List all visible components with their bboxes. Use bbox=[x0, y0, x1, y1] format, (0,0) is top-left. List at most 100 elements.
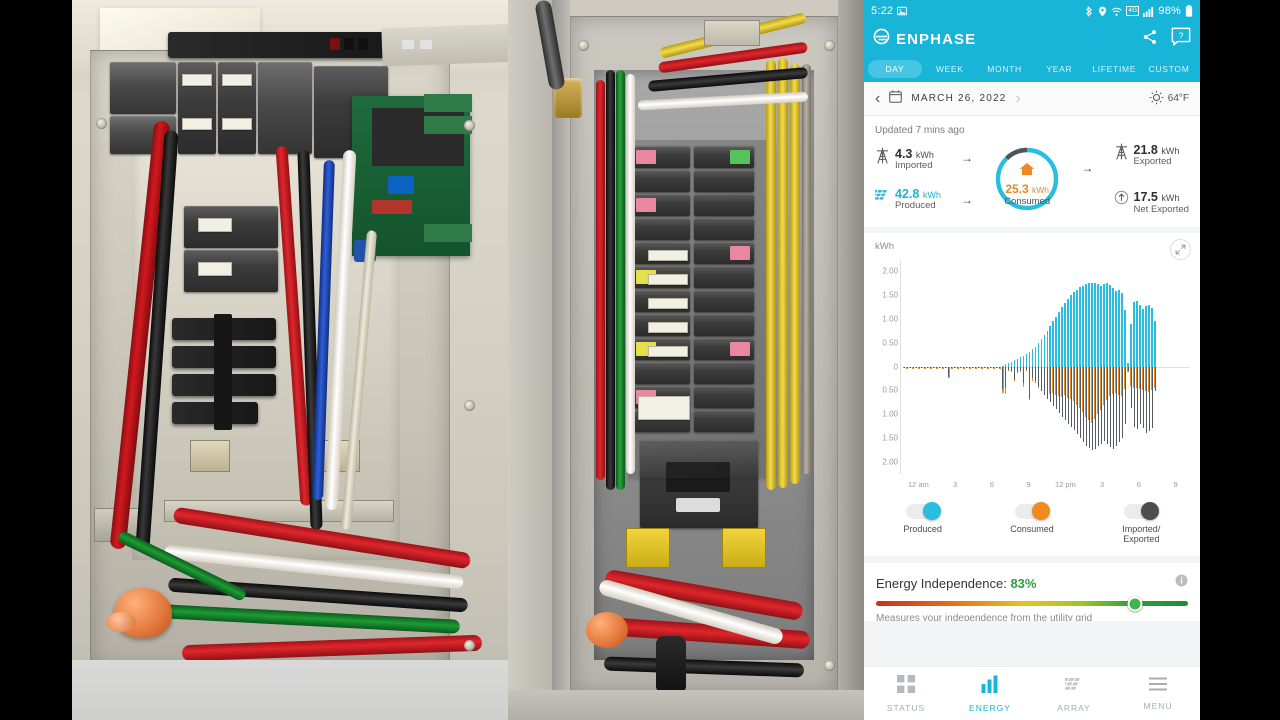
bar-chart-icon bbox=[981, 675, 999, 698]
chart-bar-produced bbox=[1049, 326, 1052, 367]
chart-bar-imported-exported bbox=[1076, 366, 1078, 435]
toggle-consumed[interactable]: Consumed bbox=[977, 501, 1086, 546]
chart-bar-imported-exported bbox=[933, 366, 935, 368]
chart-y-tick-label: 0.50 bbox=[882, 385, 898, 395]
chart-bar-imported-exported bbox=[993, 366, 995, 368]
chart-unit-label: kWh bbox=[875, 240, 894, 252]
chart-bar-produced bbox=[1133, 302, 1136, 367]
chart-y-tick-label: 1.50 bbox=[882, 290, 898, 300]
selected-date[interactable]: MARCH 26, 2022 bbox=[911, 93, 1006, 104]
chart-bar-imported-exported bbox=[951, 366, 953, 368]
grid-tower-icon bbox=[875, 147, 890, 169]
chart-bar-produced bbox=[1034, 346, 1037, 367]
home-icon bbox=[1019, 162, 1035, 181]
chart-bar-imported-exported bbox=[1041, 366, 1043, 392]
grid-squares-icon bbox=[897, 674, 915, 698]
chart-bar-imported-exported bbox=[978, 366, 980, 368]
chart-bar-produced bbox=[1112, 287, 1115, 367]
chart-bar-imported-exported bbox=[1124, 366, 1126, 424]
svg-text:?: ? bbox=[1179, 30, 1184, 40]
chart-bar-produced bbox=[1145, 305, 1147, 367]
chart-bar-produced bbox=[1061, 307, 1064, 367]
produced-label: Produced bbox=[895, 200, 936, 212]
tab-week[interactable]: WEEK bbox=[923, 60, 977, 78]
prev-day-button[interactable]: ‹ bbox=[875, 90, 880, 107]
metric-net-exported: 17.5 kWh Net Exported bbox=[1114, 190, 1189, 215]
info-icon[interactable] bbox=[1175, 574, 1188, 592]
metric-exported: 21.8 kWh Exported bbox=[1114, 143, 1189, 168]
chart-y-tick-label: 2.00 bbox=[882, 266, 898, 276]
enphase-app-panel: 5:22 4G 98% ENPHASE ? DAY WEEK MONTH YEA… bbox=[864, 0, 1200, 720]
chart-bar-imported-exported bbox=[1115, 366, 1117, 446]
tab-lifetime[interactable]: LIFETIME bbox=[1087, 60, 1141, 78]
energy-independence-slider[interactable] bbox=[876, 596, 1188, 612]
net-exported-label: Net Exported bbox=[1133, 203, 1189, 215]
chart-bar-imported-exported bbox=[1059, 366, 1060, 414]
arrow-home-to-grid: → bbox=[1081, 161, 1094, 176]
chart-bar-produced bbox=[1076, 289, 1079, 367]
nav-menu[interactable]: MENU bbox=[1116, 677, 1200, 711]
toggle-produced-label: Produced bbox=[903, 523, 942, 534]
chart-bar-imported-exported bbox=[1148, 366, 1150, 432]
updated-timestamp: Updated 7 mins ago bbox=[875, 125, 965, 136]
chart-bar-produced bbox=[1088, 283, 1091, 367]
chart-bar-produced bbox=[1109, 284, 1112, 367]
chart-y-axis-line bbox=[900, 259, 901, 474]
share-icon[interactable] bbox=[1142, 29, 1158, 50]
chart-bar-imported-exported bbox=[1062, 366, 1063, 417]
chart-bar-imported-exported bbox=[954, 366, 956, 368]
energy-independence-slider-knob[interactable] bbox=[1127, 596, 1143, 612]
chart-bar-produced bbox=[1064, 302, 1067, 367]
toggle-produced[interactable]: Produced bbox=[868, 501, 977, 546]
nav-array[interactable]: ARRAY bbox=[1032, 675, 1116, 713]
chart-bar-imported-exported bbox=[927, 366, 929, 368]
chart-bar-produced bbox=[1070, 295, 1073, 367]
chart-bar-imported-exported bbox=[975, 366, 977, 368]
series-toggles: Produced Consumed Imported/ Exported bbox=[864, 494, 1200, 557]
chart-bar-imported-exported bbox=[948, 366, 950, 378]
tab-day[interactable]: DAY bbox=[868, 60, 922, 78]
grid-tower-icon bbox=[1114, 143, 1129, 165]
chart-bar-imported-exported bbox=[1020, 366, 1022, 372]
chart-bar-produced bbox=[1118, 289, 1121, 367]
help-icon[interactable]: ? bbox=[1171, 27, 1191, 52]
consumed-unit: kWh bbox=[1032, 185, 1050, 196]
chart-bar-imported-exported bbox=[957, 366, 959, 368]
chart-bar-produced bbox=[1100, 285, 1103, 367]
chart-bar-imported-exported bbox=[996, 366, 998, 368]
signal-icon bbox=[1143, 6, 1154, 17]
hamburger-icon bbox=[1149, 677, 1167, 696]
energy-independence-card: Energy Independence: 83% Measures your i… bbox=[864, 563, 1200, 622]
next-day-button[interactable]: › bbox=[1016, 90, 1021, 107]
nav-status[interactable]: STATUS bbox=[864, 674, 948, 713]
chart-bar-produced bbox=[1085, 284, 1088, 367]
chart-bar-imported-exported bbox=[936, 366, 938, 368]
nav-status-label: STATUS bbox=[886, 702, 926, 713]
toggle-imported-exported[interactable]: Imported/ Exported bbox=[1087, 501, 1196, 546]
chart-bar-produced bbox=[1082, 285, 1085, 367]
chart-y-tick-label: 1.00 bbox=[882, 314, 898, 324]
chart-bar-produced bbox=[1091, 282, 1094, 367]
chart-x-tick-label: 6 bbox=[1136, 479, 1141, 489]
tab-custom[interactable]: CUSTOM bbox=[1142, 60, 1196, 78]
tab-month[interactable]: MONTH bbox=[978, 60, 1032, 78]
inflow-arrows: → → bbox=[961, 151, 973, 207]
chart-bar-produced bbox=[1040, 339, 1043, 367]
nav-energy[interactable]: ENERGY bbox=[948, 675, 1032, 713]
chart-bar-imported-exported bbox=[1142, 366, 1144, 429]
chart-bar-imported-exported bbox=[1017, 366, 1019, 373]
nav-array-label: ARRAY bbox=[1057, 702, 1091, 713]
chart-x-tick-label: 9 bbox=[1026, 479, 1031, 489]
chart-bar-imported-exported bbox=[987, 366, 989, 368]
chart-bar-imported-exported bbox=[1094, 366, 1096, 450]
chart-bar-imported-exported bbox=[969, 366, 971, 368]
net-exported-unit: kWh bbox=[1161, 193, 1180, 204]
chart-bar-imported-exported bbox=[999, 366, 1001, 368]
metric-produced: 42.8 kWh Produced bbox=[869, 187, 941, 212]
chart-bar-produced bbox=[1103, 284, 1106, 367]
chart-bar-imported-exported bbox=[912, 366, 914, 368]
tab-year[interactable]: YEAR bbox=[1032, 60, 1086, 78]
chart-bar-imported-exported bbox=[903, 366, 905, 368]
chart-bar-imported-exported bbox=[1103, 366, 1105, 441]
enphase-logo: ENPHASE bbox=[873, 28, 976, 50]
